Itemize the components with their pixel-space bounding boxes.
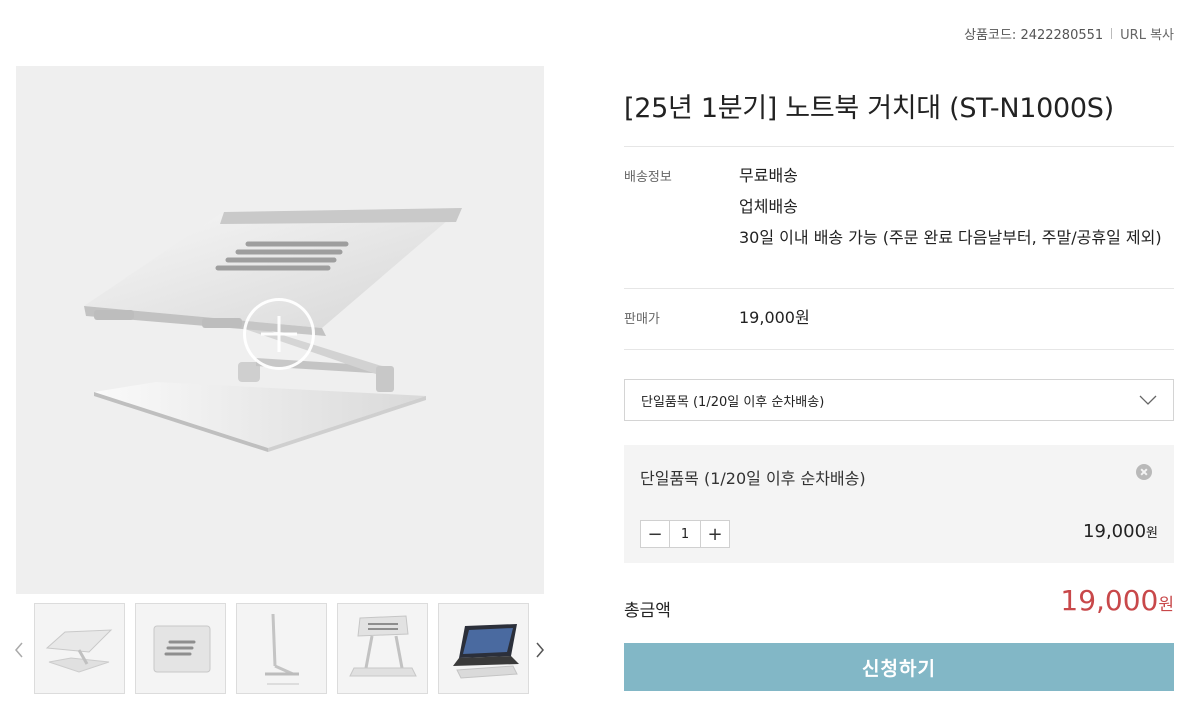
- option-select[interactable]: 단일품목 (1/20일 이후 순차배송): [624, 379, 1174, 421]
- url-copy-link[interactable]: URL 복사: [1120, 24, 1174, 43]
- currency-unit: 원: [1146, 526, 1158, 541]
- thumbnail-1[interactable]: [34, 603, 125, 694]
- delivery-type: 업체배송: [739, 197, 798, 216]
- delivery-schedule: 30일 이내 배송 가능 (주문 완료 다음날부터, 주말/공휴일 제외): [739, 228, 1162, 247]
- delivery-label: 배송정보: [624, 170, 672, 185]
- thumbnail-strip: [34, 603, 529, 694]
- product-title: [25년 1분기] 노트북 거치대 (ST-N1000S): [624, 93, 1114, 124]
- selected-option-name: 단일품목 (1/20일 이후 순차배송): [640, 469, 866, 488]
- apply-button[interactable]: 신청하기: [624, 643, 1174, 691]
- total-label: 총금액: [624, 601, 671, 621]
- thumbnail-5[interactable]: [438, 603, 529, 694]
- quantity-value[interactable]: 1: [669, 521, 701, 547]
- delivery-method: 무료배송: [739, 166, 798, 185]
- divider: [624, 349, 1174, 350]
- quantity-stepper: − 1 +: [640, 520, 730, 548]
- divider: [624, 146, 1174, 147]
- total-price-amount: 19,000: [1060, 584, 1159, 617]
- chevron-left-icon[interactable]: [12, 638, 26, 662]
- separator: [1111, 28, 1113, 39]
- currency-unit: 원: [1158, 595, 1174, 615]
- selected-option-price-amount: 19,000: [1083, 521, 1147, 542]
- price-label: 판매가: [624, 312, 660, 327]
- product-code-bar: 상품코드: 2422280551 URL 복사: [964, 24, 1174, 43]
- thumbnail-3[interactable]: [236, 603, 327, 694]
- price-value: 19,000원: [739, 308, 810, 327]
- main-product-image: [16, 66, 544, 594]
- selected-option-price: 19,000원: [1083, 521, 1158, 542]
- option-select-value: 단일품목 (1/20일 이후 순차배송): [641, 394, 825, 410]
- plus-icon[interactable]: +: [701, 521, 729, 547]
- divider: [624, 288, 1174, 289]
- thumbnail-2[interactable]: [135, 603, 226, 694]
- product-code: 상품코드: 2422280551: [964, 28, 1104, 43]
- chevron-down-icon: [1139, 395, 1157, 405]
- selected-option-box: 단일품목 (1/20일 이후 순차배송) − 1 + 19,000원: [624, 445, 1174, 563]
- close-icon[interactable]: [1136, 464, 1152, 480]
- thumbnail-4[interactable]: [337, 603, 428, 694]
- chevron-right-icon[interactable]: [533, 638, 547, 662]
- minus-icon[interactable]: −: [641, 521, 669, 547]
- zoom-plus-icon[interactable]: [243, 298, 315, 370]
- total-price: 19,000원: [1060, 584, 1174, 617]
